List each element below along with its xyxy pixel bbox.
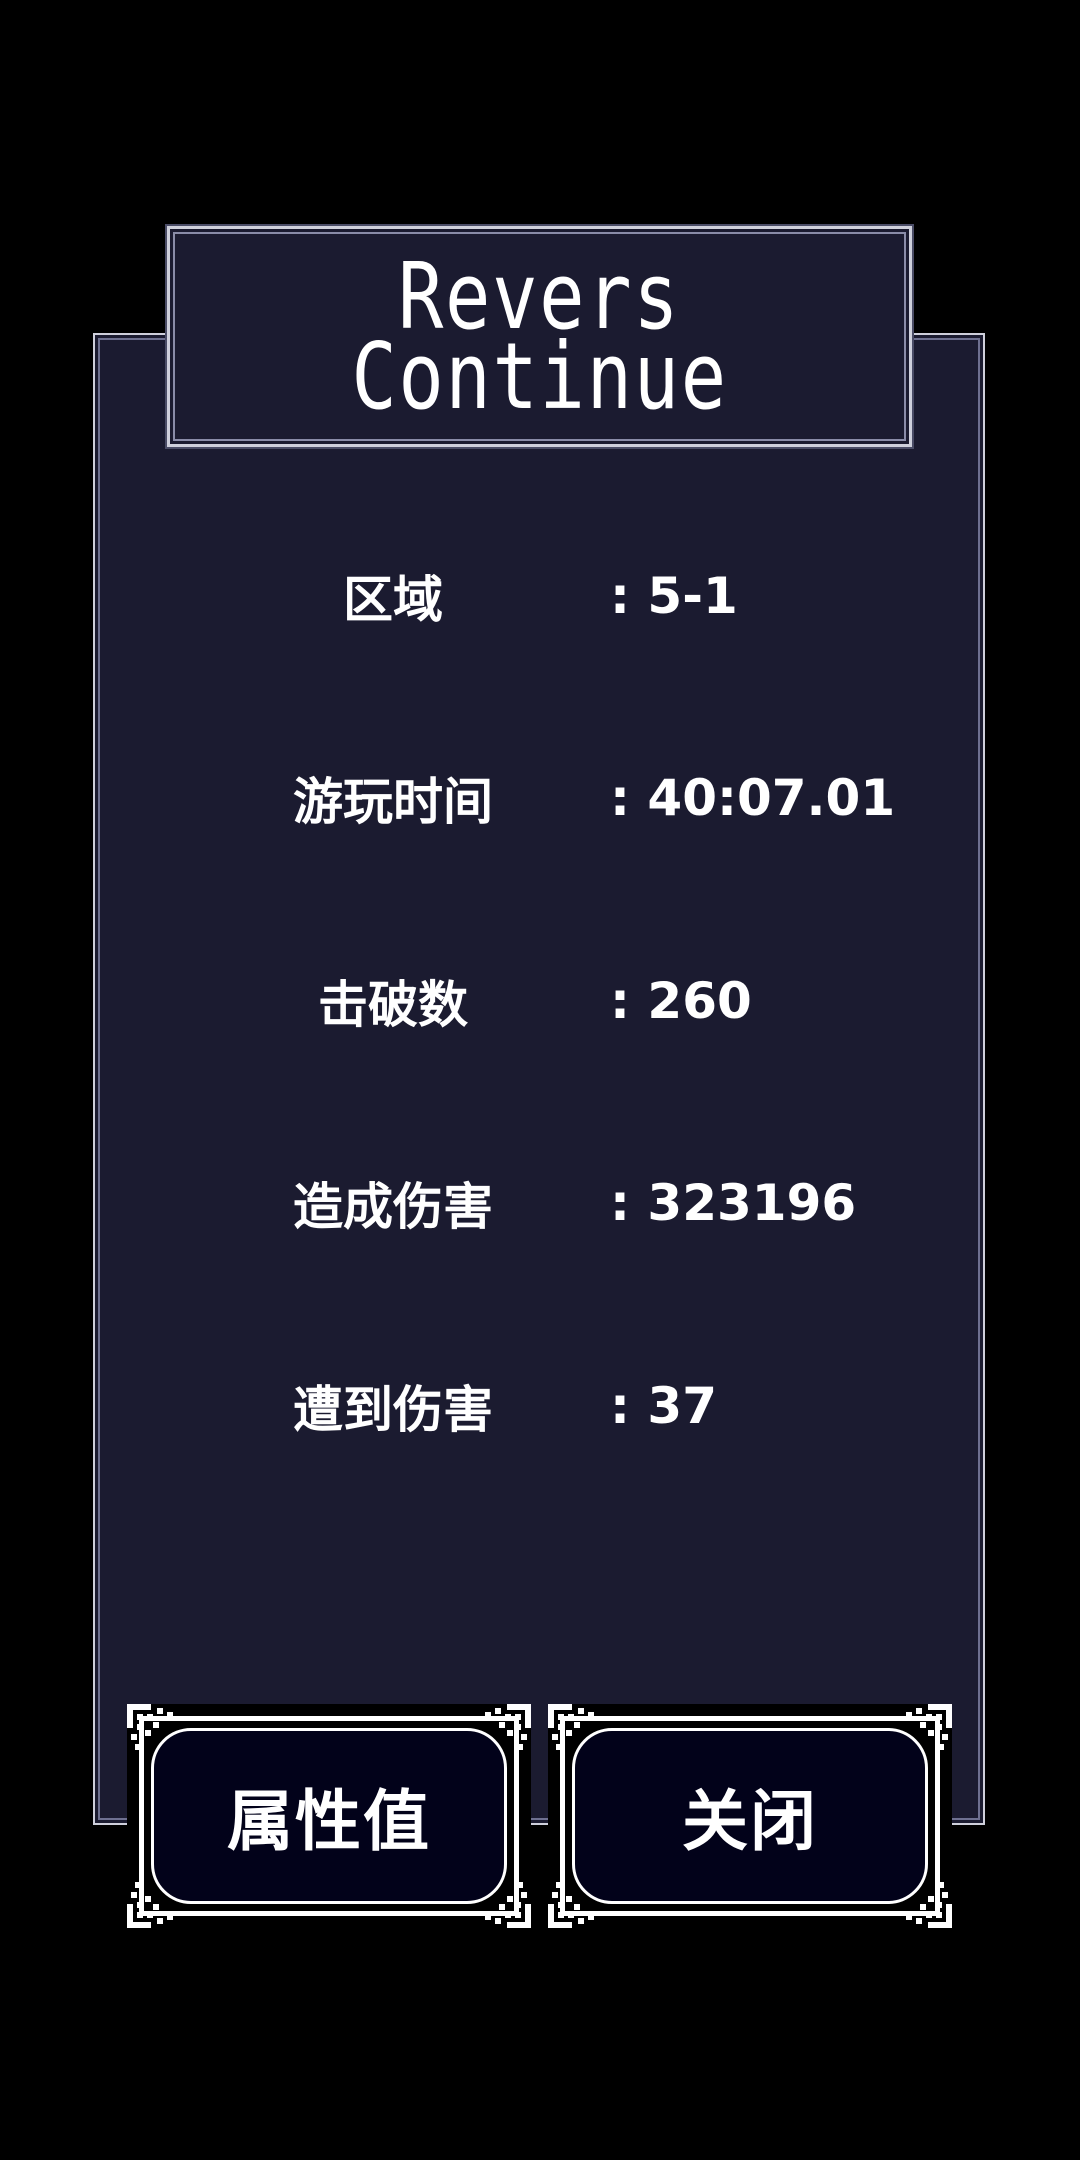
stat-row-damage-dealt: 造成伤害 : 323196 — [93, 1163, 985, 1243]
stat-label-damage-dealt: 造成伤害 — [293, 1178, 493, 1236]
stat-row-damage-taken: 遭到伤害 : 37 — [93, 1366, 985, 1446]
title-line-2: Continue — [351, 322, 728, 430]
attributes-button[interactable]: 属性值 — [127, 1704, 531, 1928]
stat-value-damage-dealt: : 323196 — [610, 1174, 857, 1232]
stat-value-damage-taken: : 37 — [610, 1377, 717, 1435]
title-box: Revers Continue — [167, 226, 912, 447]
stat-label-playtime: 游玩时间 — [293, 773, 493, 831]
stat-label-kills: 击破数 — [318, 976, 468, 1034]
stat-row-area: 区域 : 5-1 — [93, 556, 985, 636]
stat-value-area: : 5-1 — [610, 567, 738, 625]
stat-value-kills: : 260 — [610, 972, 752, 1030]
stat-label-area: 区域 — [343, 571, 443, 629]
stat-value-playtime: : 40:07.01 — [610, 769, 896, 827]
stat-row-kills: 击破数 : 260 — [93, 961, 985, 1041]
close-button[interactable]: 关闭 — [548, 1704, 952, 1928]
attributes-button-label: 属性值 — [227, 1783, 431, 1860]
stat-label-damage-taken: 遭到伤害 — [293, 1381, 493, 1439]
close-button-label: 关闭 — [682, 1783, 818, 1860]
stat-row-playtime: 游玩时间 : 40:07.01 — [93, 758, 985, 838]
